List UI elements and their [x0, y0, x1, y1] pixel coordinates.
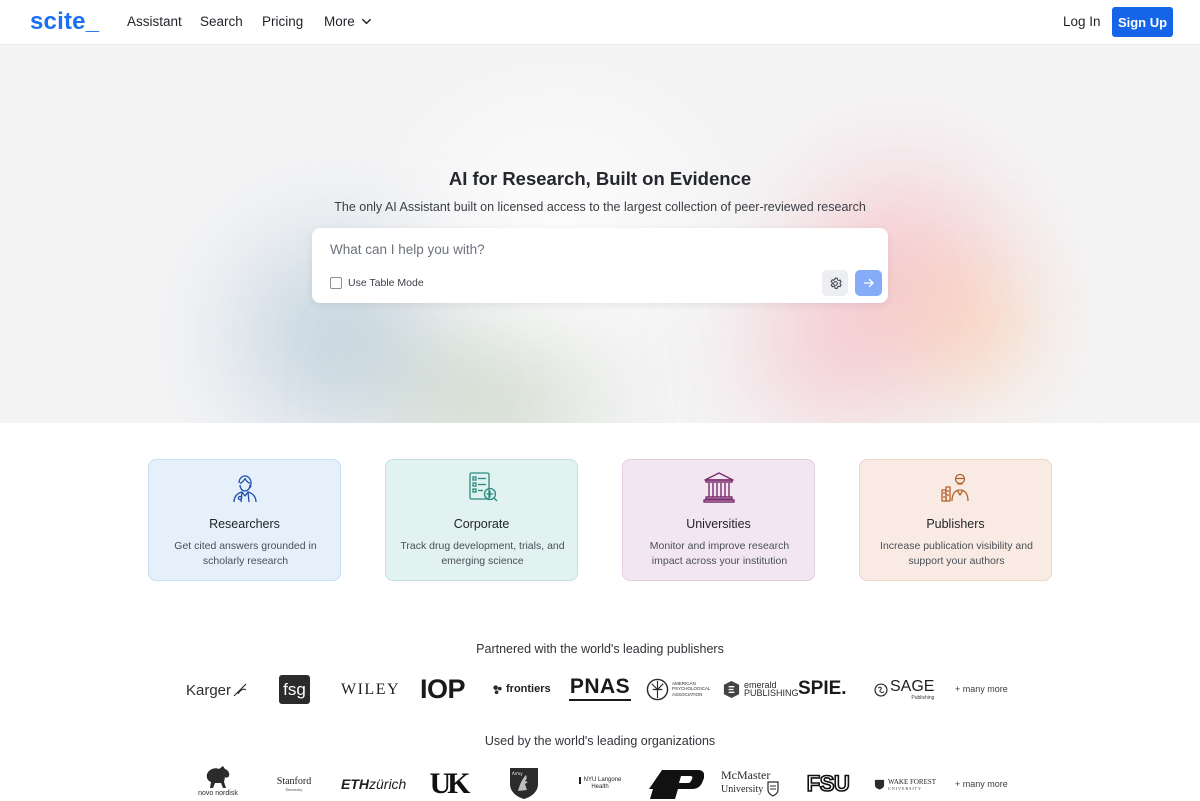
audience-card-researchers[interactable]: Researchers Get cited answers grounded i…: [148, 459, 341, 581]
settings-button[interactable]: [822, 270, 848, 296]
signup-button[interactable]: Sign Up: [1112, 7, 1173, 37]
assistant-search-box: Use Table Mode: [312, 228, 888, 303]
audience-title: Publishers: [926, 517, 985, 531]
gear-icon: [830, 277, 842, 289]
table-mode-checkbox[interactable]: [330, 277, 342, 289]
nav-more-menu[interactable]: More: [324, 14, 372, 29]
researcher-icon: [232, 475, 257, 503]
assistant-query-input[interactable]: [330, 242, 810, 257]
karger-logo: Karger: [186, 678, 248, 702]
pnas-logo: PNAS: [569, 675, 631, 701]
publishers-many-more: + many more: [955, 684, 1008, 694]
svg-text:Army: Army: [512, 771, 523, 776]
iop-logo: IOP: [420, 673, 466, 704]
hero-section: AI for Research, Built on Evidence The o…: [0, 45, 1200, 423]
nav-more-label: More: [324, 14, 355, 29]
hero-gradient-blob: [330, 85, 790, 365]
hero-subtitle: The only AI Assistant built on licensed …: [334, 200, 866, 214]
login-link[interactable]: Log In: [1063, 14, 1101, 29]
audience-description: Increase publication visibility and supp…: [880, 540, 1033, 567]
purdue-logo: P: [648, 769, 704, 800]
top-nav: scite_ Assistant Search Pricing More Log…: [0, 0, 1200, 45]
university-building-icon: [702, 472, 735, 503]
nav-link-search[interactable]: Search: [200, 14, 243, 29]
audience-card-universities[interactable]: Universities Monitor and improve researc…: [622, 459, 815, 581]
audience-title: Corporate: [453, 517, 510, 531]
table-mode-label[interactable]: Use Table Mode: [348, 277, 424, 289]
nav-link-assistant[interactable]: Assistant: [127, 14, 182, 29]
mcmaster-logo: McMaster University: [721, 766, 785, 800]
wiley-logo: WILEY: [341, 681, 401, 698]
audience-description: Get cited answers grounded in scholarly …: [174, 540, 317, 567]
publisher-icon: [940, 473, 969, 502]
nyu-langone-logo: NYU Langone Health: [578, 772, 622, 796]
audience-title: Universities: [686, 517, 751, 531]
emerald-logo: emerald PUBLISHING: [722, 677, 799, 701]
audience-description: Monitor and improve research impact acro…: [649, 540, 790, 567]
arrow-right-icon: [863, 278, 874, 288]
apa-logo: AMERICAN PSYCHOLOGICAL ASSOCIATION: [646, 677, 710, 701]
novo-nordisk-logo: novo nordisk: [192, 764, 244, 800]
spie-logo: SPIE.: [798, 678, 847, 699]
wake-forest-logo: WAKE FOREST UNIVERSITY: [874, 776, 936, 792]
nav-link-pricing[interactable]: Pricing: [262, 14, 303, 29]
frontiers-logo: frontiers: [492, 680, 551, 698]
organizations-many-more: + many more: [955, 779, 1008, 789]
audience-description: Track drug development, trials, and emer…: [400, 540, 565, 567]
audience-card-corporate[interactable]: Corporate Track drug development, trials…: [385, 459, 578, 581]
army-logo: Army: [507, 766, 541, 800]
stanford-logo: Stanford University: [276, 775, 312, 792]
scite-logo[interactable]: scite_: [30, 8, 99, 36]
submit-query-button[interactable]: [855, 270, 882, 296]
corporate-dashboard-icon: [468, 472, 497, 502]
chevron-down-icon: [361, 18, 371, 25]
hero-title: AI for Research, Built on Evidence: [448, 168, 752, 189]
audience-title: Researchers: [209, 517, 280, 531]
sage-logo: SAGE Publishing: [874, 677, 934, 703]
svg-text:P: P: [668, 792, 670, 796]
organizations-heading: Used by the world's leading organization…: [484, 734, 716, 748]
publishers-heading: Partnered with the world's leading publi…: [476, 642, 724, 656]
fsg-logo: fsg: [279, 675, 310, 704]
eth-zurich-logo: ETH zürich: [341, 776, 407, 792]
kentucky-logo: UK: [429, 767, 471, 800]
audience-card-publishers[interactable]: Publishers Increase publication visibili…: [859, 459, 1052, 581]
fsu-logo: FSU: [806, 770, 851, 797]
